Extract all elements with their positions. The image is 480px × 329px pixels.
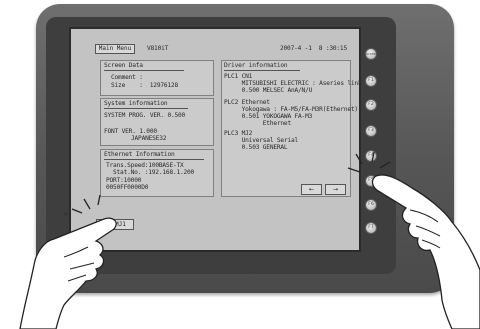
right-hand-illustration <box>347 151 480 329</box>
plc3-line: PLC3 MJ2 <box>224 130 253 137</box>
f2-key[interactable]: F2 <box>365 99 377 111</box>
touch-sparks-left <box>71 194 101 214</box>
screen-data-title: Screen Data <box>104 62 143 69</box>
plc1-line: PLC1 CN1 <box>224 73 253 80</box>
datetime-display: 2007-4 -1 8 :30:15 <box>280 45 347 52</box>
f1-key[interactable]: F1 <box>365 75 377 87</box>
plc2-line: Yokogawa : FA-M5/FA-M3R(Ethernet) <box>224 106 359 113</box>
system-prog-version: SYSTEM PROG. VER. 0.500 <box>104 112 186 119</box>
f3-key-label: F3 <box>368 128 374 133</box>
left-hand-outline <box>19 217 117 329</box>
trans-speed: Trans.Speed:100BASE-TX <box>106 162 184 169</box>
f2-key-label: F2 <box>368 102 374 107</box>
ethernet-info-title: Ethernet Information <box>104 151 175 158</box>
main-menu-button[interactable]: Main Menu <box>95 44 135 54</box>
system-key-label: SYSTEM <box>366 52 378 56</box>
driver-info-title: Driver information <box>224 62 288 69</box>
touch-sparks-right <box>347 151 391 173</box>
prev-page-button[interactable]: ← <box>301 184 322 195</box>
right-hand-outline <box>371 174 480 329</box>
system-info-title: System information <box>104 100 168 107</box>
plc2-line: Ethernet <box>224 120 291 127</box>
f1-key-label: F1 <box>368 78 374 83</box>
plc3-line: Universal Serial <box>224 137 299 144</box>
plc1-line: 0.500 MELSEC AnA/N/U <box>224 87 313 94</box>
model-label: V810iT <box>147 45 169 52</box>
font-version: FONT VER. 1.000 <box>104 128 157 135</box>
indicator-dot <box>64 212 68 216</box>
plc3-line: 0.503 GENERAL <box>224 144 288 151</box>
plc1-line: MITSUBISHI ELECTRIC : Aseries link <box>224 80 362 87</box>
f3-key[interactable]: F3 <box>365 125 377 137</box>
plc2-line: 0.501 YOKOGAWA FA-M3 <box>224 113 313 120</box>
title-underline <box>104 159 204 160</box>
title-underline <box>104 108 188 109</box>
plc2-line: PLC2 Ethernet <box>224 99 270 106</box>
port-number: PORT:10000 <box>106 177 142 184</box>
title-underline <box>104 70 184 71</box>
station-ip: Stat.No. :192.168.1.200 <box>113 169 195 176</box>
size-value: Size : 12976128 <box>111 82 178 89</box>
font-language: JAPANESE32 <box>131 135 167 142</box>
title-underline <box>224 70 300 71</box>
left-hand-illustration <box>19 194 117 329</box>
system-key[interactable]: SYSTEM <box>365 48 378 60</box>
comment-label: Comment : <box>111 74 143 81</box>
